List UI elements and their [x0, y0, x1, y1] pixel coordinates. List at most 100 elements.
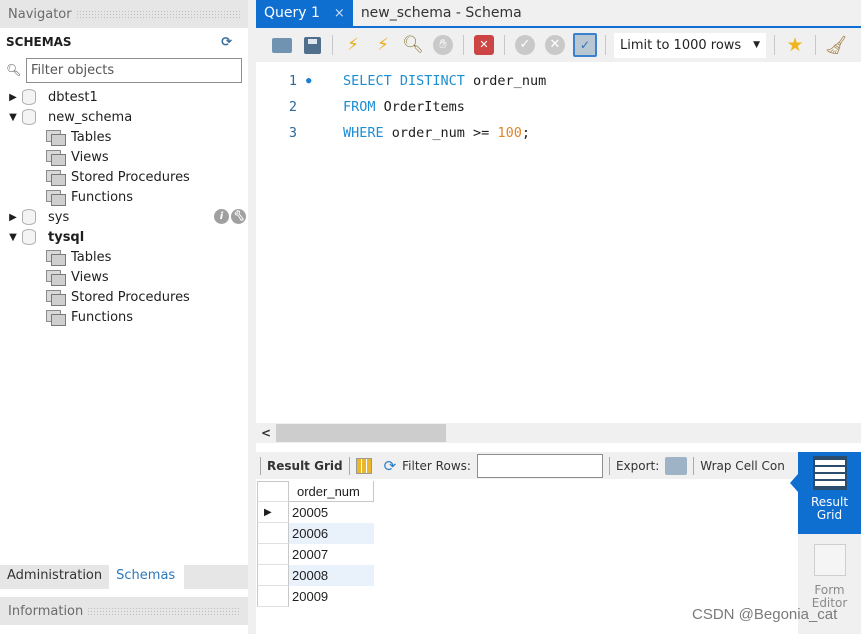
- stop-on-error-button[interactable]: ✕: [472, 33, 496, 57]
- table-cell[interactable]: 20009: [289, 586, 374, 607]
- grid-header-row: order_num: [257, 481, 374, 502]
- code-line[interactable]: 3 WHERE order_num >= 100;: [256, 120, 861, 146]
- expanded-arrow-icon[interactable]: ▼: [4, 232, 22, 243]
- tab-schemas[interactable]: Schemas: [109, 565, 185, 589]
- schema-child-item[interactable]: Views: [0, 267, 248, 287]
- autocommit-toggle[interactable]: ✓: [573, 33, 597, 57]
- code-text: FROM OrderItems: [343, 99, 465, 115]
- execute-button[interactable]: ⚡: [341, 33, 365, 57]
- sql-keyword: WHERE: [343, 125, 392, 141]
- schema-child-item[interactable]: Functions: [0, 187, 248, 207]
- table-cell[interactable]: 20007: [289, 544, 374, 565]
- schema-child-item[interactable]: Stored Procedures: [0, 167, 248, 187]
- table-row[interactable]: 20009: [257, 586, 374, 607]
- stop-error-icon: ✕: [474, 35, 494, 55]
- drag-grip[interactable]: [87, 607, 240, 615]
- column-header[interactable]: order_num: [289, 481, 374, 502]
- information-title: Information: [8, 603, 84, 619]
- stop-button[interactable]: ✋︎: [431, 33, 455, 57]
- table-cell[interactable]: 20006: [289, 523, 374, 544]
- schema-child-label: Stored Procedures: [71, 289, 190, 305]
- row-header[interactable]: [257, 523, 289, 544]
- table-row[interactable]: ▶ 20005: [257, 502, 374, 523]
- export-icon[interactable]: [665, 456, 688, 475]
- columns-toggle-icon[interactable]: [355, 457, 372, 474]
- schema-child-item[interactable]: Stored Procedures: [0, 287, 248, 307]
- sql-number: 100: [497, 125, 522, 141]
- open-file-button[interactable]: [270, 33, 294, 57]
- schema-child-item[interactable]: Tables: [0, 247, 248, 267]
- collapsed-arrow-icon[interactable]: ▶: [4, 92, 22, 103]
- table-row[interactable]: 20008: [257, 565, 374, 586]
- collapsed-arrow-icon[interactable]: ▶: [4, 212, 22, 223]
- database-icon: [22, 229, 36, 245]
- row-header[interactable]: [257, 565, 289, 586]
- add-snippet-button[interactable]: ★: [783, 33, 807, 57]
- schema-child-item[interactable]: Tables: [0, 127, 248, 147]
- schema-child-item[interactable]: Functions: [0, 307, 248, 327]
- tab-administration[interactable]: Administration: [0, 565, 109, 589]
- schema-item[interactable]: ▼ new_schema: [0, 107, 248, 127]
- row-header[interactable]: ▶: [257, 502, 289, 523]
- rollback-button[interactable]: ✕: [543, 33, 567, 57]
- schemas-section-header: SCHEMAS ⟳: [0, 28, 248, 56]
- statement-marker-icon: ●: [306, 76, 312, 86]
- refresh-schemas-icon[interactable]: ⟳: [221, 35, 232, 50]
- code-line[interactable]: 2 FROM OrderItems: [256, 94, 861, 120]
- chevron-left-icon[interactable]: <: [256, 426, 276, 440]
- wrench-icon[interactable]: 🔧︎: [231, 209, 246, 224]
- drag-grip[interactable]: [75, 10, 240, 18]
- row-header[interactable]: [257, 586, 289, 607]
- schema-item[interactable]: ▶ dbtest1: [0, 87, 248, 107]
- save-button[interactable]: [300, 33, 324, 57]
- schema-item[interactable]: ▶ sys i 🔧︎: [0, 207, 248, 227]
- explain-button[interactable]: 🔍︎: [401, 33, 425, 57]
- schema-child-label: Functions: [71, 189, 134, 205]
- horizontal-scrollbar[interactable]: <: [256, 423, 861, 443]
- chevron-down-icon: ▼: [753, 40, 760, 50]
- stop-hand-icon: ✋︎: [433, 35, 453, 55]
- schema-child-item[interactable]: Views: [0, 147, 248, 167]
- sql-identifier: order_num: [473, 73, 547, 89]
- schemas-title: SCHEMAS: [6, 35, 72, 49]
- tab-new-schema[interactable]: new_schema - Schema: [353, 0, 530, 26]
- limit-rows-select[interactable]: Limit to 1000 rows ▼: [614, 32, 766, 58]
- row-header-corner: [257, 481, 289, 502]
- autocommit-icon: ✓: [573, 33, 597, 57]
- beautify-button[interactable]: 🧹︎: [824, 33, 848, 57]
- object-group-icon: [46, 269, 66, 286]
- filter-rows-input[interactable]: [476, 453, 603, 478]
- table-row[interactable]: 20007: [257, 544, 374, 565]
- schema-name: new_schema: [48, 109, 133, 125]
- filter-objects-input[interactable]: [26, 57, 242, 83]
- toolbar-divider: [608, 456, 610, 475]
- table-row[interactable]: 20006: [257, 523, 374, 544]
- info-icon[interactable]: i: [214, 209, 229, 224]
- sql-identifier: order_num >=: [391, 125, 498, 141]
- close-icon[interactable]: ×: [334, 6, 345, 21]
- x-circle-icon: ✕: [545, 35, 565, 55]
- row-header[interactable]: [257, 544, 289, 565]
- folder-icon: [272, 37, 292, 53]
- schema-item[interactable]: ▼ tysql: [0, 227, 248, 247]
- execute-current-button[interactable]: ⚡: [371, 33, 395, 57]
- table-cell[interactable]: 20008: [289, 565, 374, 586]
- navigator-title: Navigator: [8, 6, 72, 22]
- result-grid-button[interactable]: Result Grid: [790, 452, 861, 534]
- wrap-cell-content-label[interactable]: Wrap Cell Con: [700, 459, 785, 473]
- expanded-arrow-icon[interactable]: ▼: [4, 112, 22, 123]
- schema-name: sys: [48, 209, 70, 225]
- tab-label: new_schema - Schema: [360, 5, 522, 21]
- table-cell[interactable]: 20005: [289, 502, 374, 523]
- tab-label: Query 1: [264, 5, 320, 21]
- code-line[interactable]: 1 ● SELECT DISTINCT order_num: [256, 68, 861, 94]
- watermark: CSDN @Begonia_cat: [692, 606, 838, 623]
- tab-query-1[interactable]: Query 1 ×: [256, 0, 353, 26]
- navigator-header: Navigator: [0, 0, 248, 28]
- form-editor-button[interactable]: Form Editor: [798, 534, 861, 616]
- commit-button[interactable]: ✓: [513, 33, 537, 57]
- sql-editor[interactable]: 1 ● SELECT DISTINCT order_num 2 FROM OrderIt…: [256, 62, 861, 422]
- refresh-icon[interactable]: ⟳: [384, 457, 397, 475]
- scrollbar-thumb[interactable]: [276, 424, 446, 442]
- search-icon: 🔍︎: [6, 63, 22, 77]
